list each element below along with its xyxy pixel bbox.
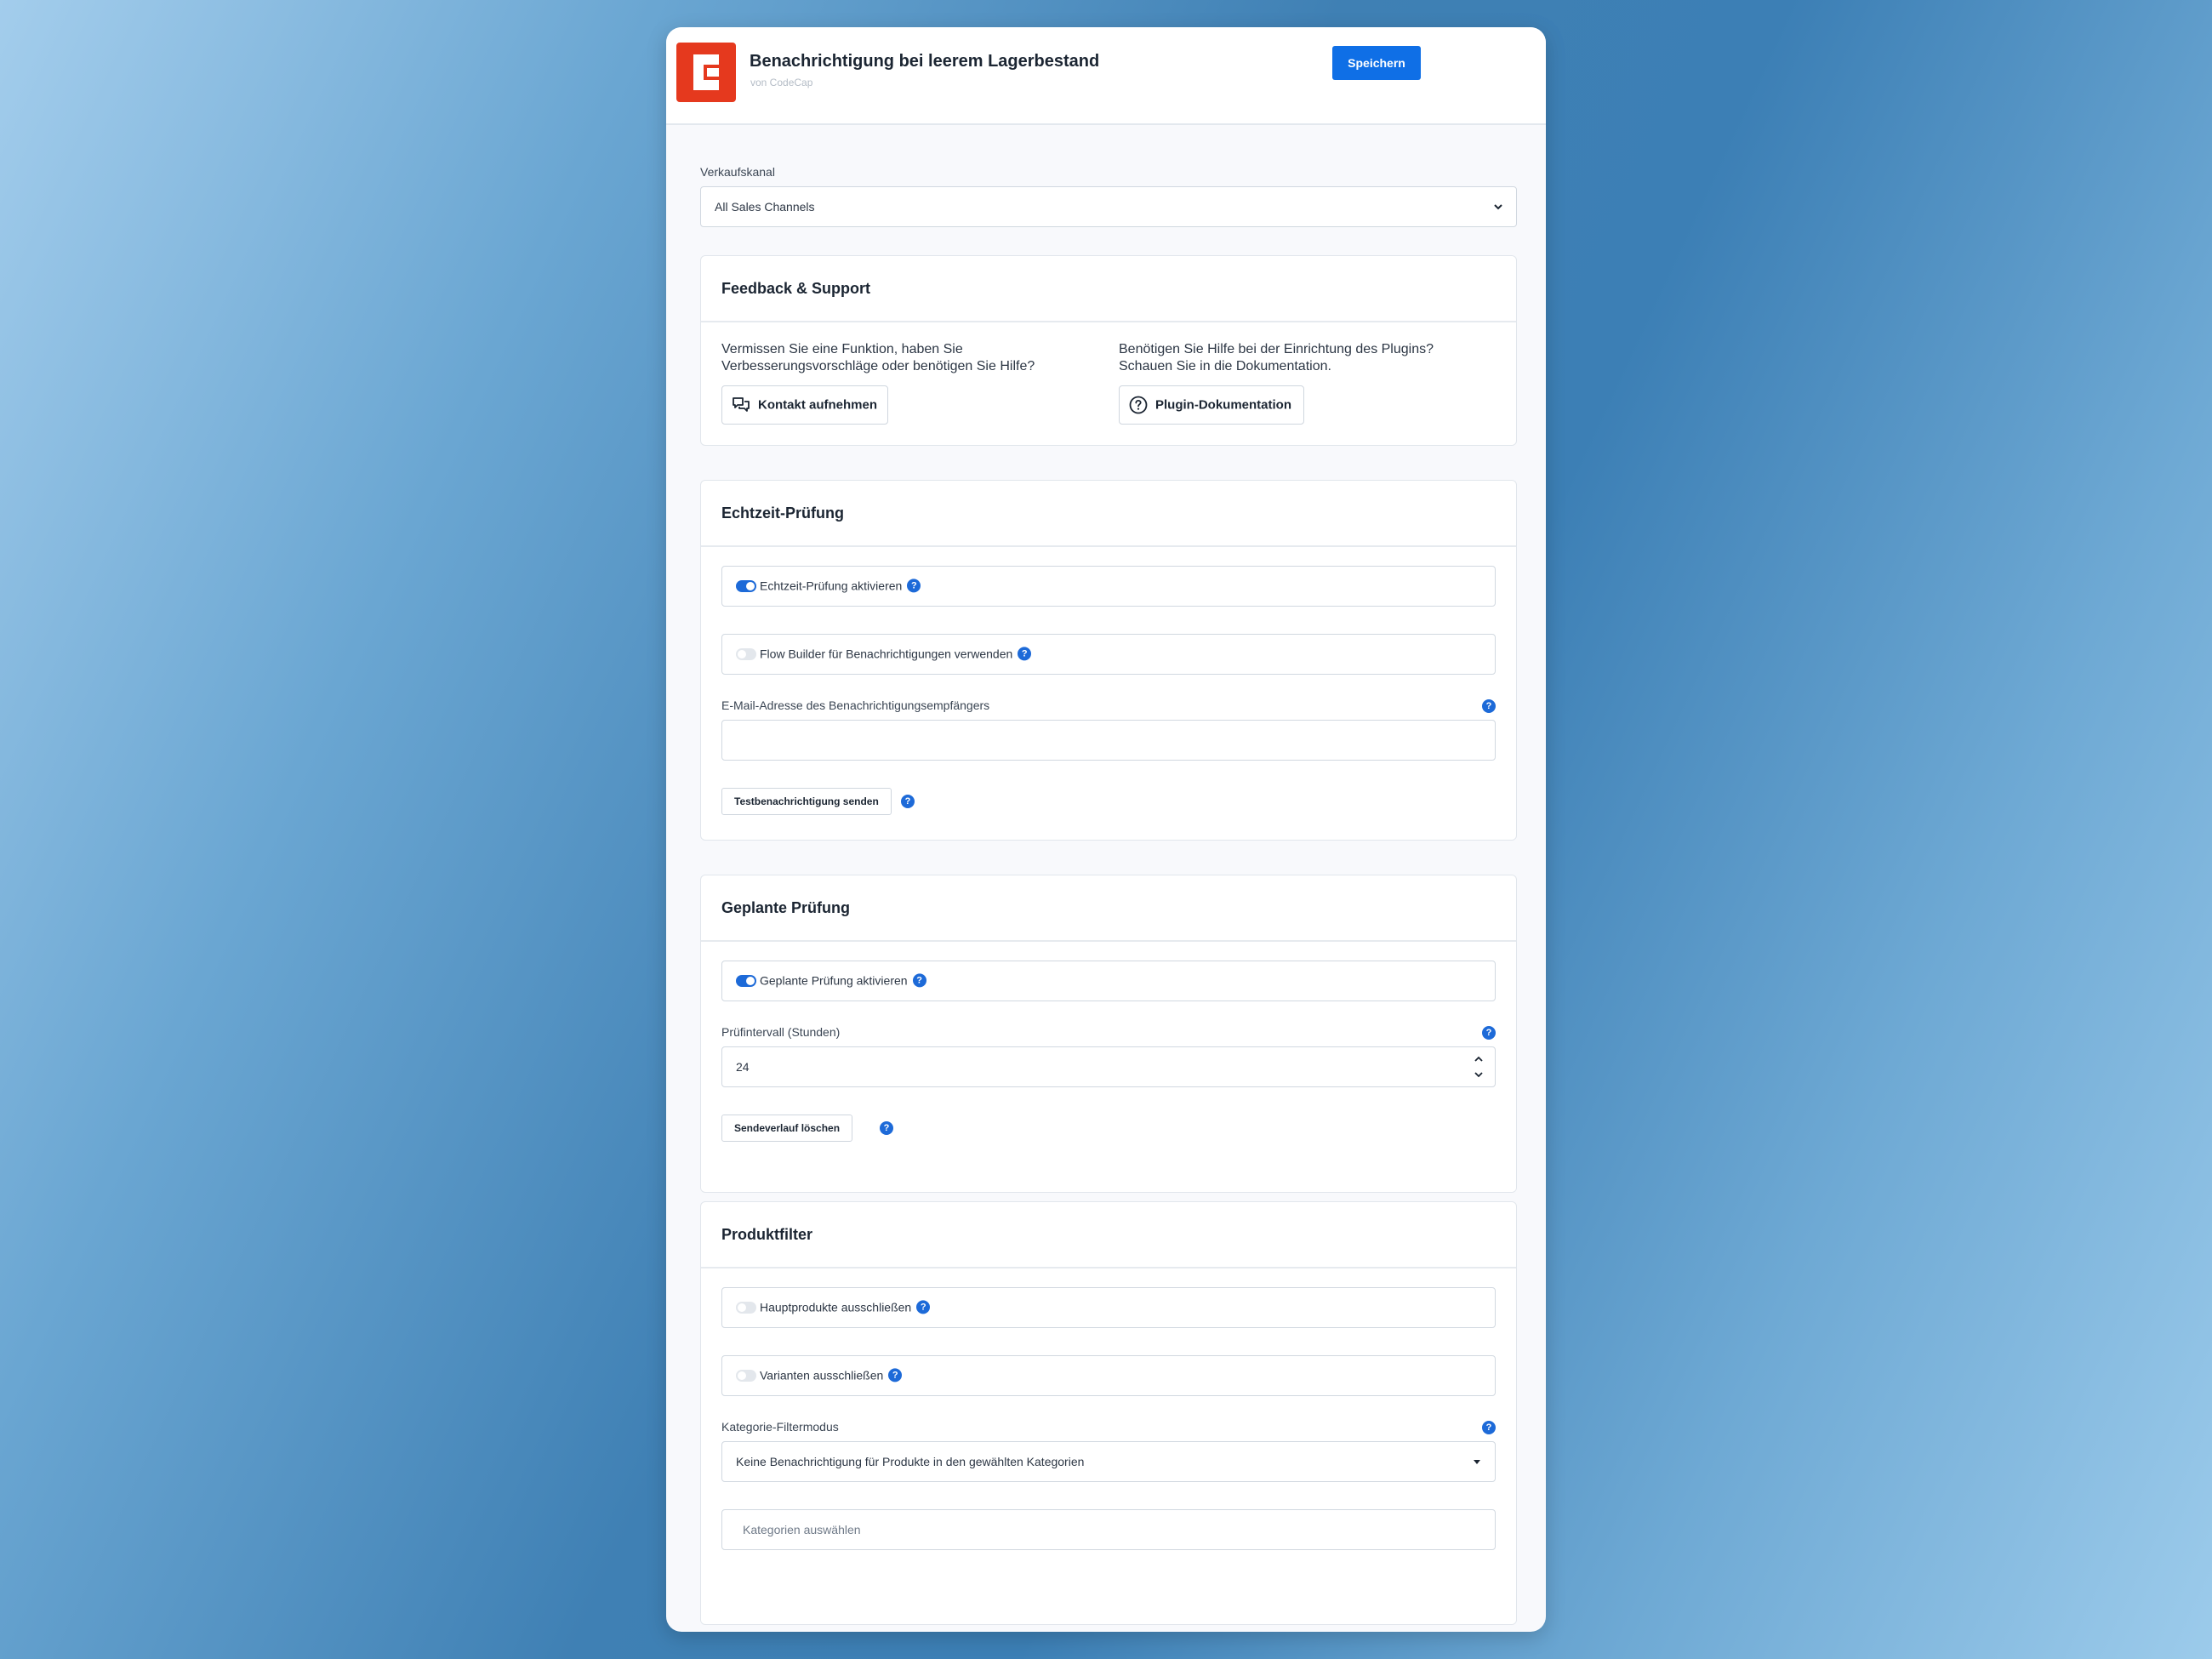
feedback-card-title: Feedback & Support bbox=[721, 280, 871, 297]
exclude-main-products-text: Hauptprodukte ausschließen bbox=[760, 1300, 912, 1314]
flow-builder-toggle-switch[interactable] bbox=[736, 648, 756, 660]
realtime-toggle-text: Echtzeit-Prüfung aktivieren bbox=[760, 579, 903, 593]
category-mode-value: Keine Benachrichtigung für Produkte in d… bbox=[736, 1455, 1085, 1468]
codecap-logo-icon bbox=[676, 43, 736, 102]
feedback-left-line-1: Vermissen Sie eine Funktion, haben Sie bbox=[721, 342, 963, 356]
scheduled-toggle-label: Geplante Prüfung aktivieren? bbox=[760, 973, 926, 988]
flow-builder-toggle-label: Flow Builder für Benachrichtigungen verw… bbox=[760, 647, 1032, 661]
flow-builder-toggle-row[interactable]: Flow Builder für Benachrichtigungen verw… bbox=[721, 634, 1496, 675]
exclude-variants-label: Varianten ausschließen? bbox=[760, 1368, 903, 1382]
scheduled-card-title: Geplante Prüfung bbox=[721, 899, 851, 916]
sales-channel-label: Verkaufskanal bbox=[700, 165, 775, 179]
card-divider bbox=[701, 940, 1516, 942]
contact-button-label: Kontakt aufnehmen bbox=[758, 397, 878, 413]
app-vendor: von CodeCap bbox=[750, 77, 813, 88]
help-icon[interactable]: ? bbox=[907, 579, 921, 593]
category-mode-select[interactable]: Keine Benachrichtigung für Produkte in d… bbox=[721, 1441, 1496, 1482]
realtime-toggle-switch[interactable] bbox=[736, 580, 756, 592]
realtime-toggle-row[interactable]: Echtzeit-Prüfung aktivieren? bbox=[721, 566, 1496, 607]
plugin-docs-button[interactable]: Plugin-Dokumentation bbox=[1119, 385, 1304, 425]
exclude-main-products-label: Hauptprodukte ausschließen? bbox=[760, 1300, 931, 1314]
question-circle-icon bbox=[1129, 396, 1148, 414]
feedback-right-text: Benötigen Sie Hilfe bei der Einrichtung … bbox=[1119, 341, 1434, 375]
feedback-left-text: Vermissen Sie eine Funktion, haben Sie V… bbox=[721, 341, 1035, 375]
feedback-support-card: Feedback & Support Vermissen Sie eine Fu… bbox=[700, 255, 1517, 446]
scheduled-toggle-text: Geplante Prüfung aktivieren bbox=[760, 973, 908, 988]
exclude-main-products-toggle-row[interactable]: Hauptprodukte ausschließen? bbox=[721, 1287, 1496, 1328]
save-button[interactable]: Speichern bbox=[1332, 46, 1421, 80]
interval-label: Prüfintervall (Stunden) bbox=[721, 1025, 841, 1039]
contact-button[interactable]: Kontakt aufnehmen bbox=[721, 385, 888, 425]
card-divider bbox=[701, 545, 1516, 547]
help-icon[interactable]: ? bbox=[1482, 699, 1496, 713]
stepper-arrows-icon[interactable] bbox=[1473, 1052, 1485, 1081]
email-label: E-Mail-Adresse des Benachrichtigungsempf… bbox=[721, 698, 990, 712]
help-icon[interactable]: ? bbox=[1018, 647, 1032, 661]
product-filter-card: Produktfilter Hauptprodukte ausschließen… bbox=[700, 1201, 1517, 1625]
flow-builder-toggle-text: Flow Builder für Benachrichtigungen verw… bbox=[760, 647, 1013, 661]
test-notification-button[interactable]: Testbenachrichtigung senden bbox=[721, 788, 892, 815]
realtime-toggle-label: Echtzeit-Prüfung aktivieren? bbox=[760, 579, 921, 593]
feedback-left-line-2: Verbesserungsvorschläge oder benötigen S… bbox=[721, 359, 1035, 373]
help-icon[interactable]: ? bbox=[888, 1368, 903, 1382]
category-mode-label: Kategorie-Filtermodus bbox=[721, 1420, 839, 1434]
help-icon[interactable]: ? bbox=[916, 1300, 931, 1314]
caret-down-icon bbox=[1474, 1460, 1480, 1464]
app-title: Benachrichtigung bei leerem Lagerbestand bbox=[750, 52, 1100, 71]
plugin-config-window: Benachrichtigung bei leerem Lagerbestand… bbox=[666, 27, 1546, 1632]
scheduled-toggle-switch[interactable] bbox=[736, 975, 756, 987]
scheduled-check-card: Geplante Prüfung Geplante Prüfung aktivi… bbox=[700, 875, 1517, 1193]
help-icon[interactable]: ? bbox=[1482, 1421, 1496, 1434]
product-filter-card-title: Produktfilter bbox=[721, 1226, 813, 1243]
help-icon[interactable]: ? bbox=[912, 973, 926, 988]
feedback-right-line-2: Schauen Sie in die Dokumentation. bbox=[1119, 359, 1331, 373]
card-divider bbox=[701, 321, 1516, 322]
interval-number-input[interactable]: 24 bbox=[721, 1046, 1496, 1087]
exclude-main-products-switch[interactable] bbox=[736, 1302, 756, 1314]
clear-history-button[interactable]: Sendeverlauf löschen bbox=[721, 1115, 853, 1142]
card-divider bbox=[701, 1267, 1516, 1268]
plugin-docs-button-label: Plugin-Dokumentation bbox=[1155, 397, 1291, 413]
realtime-card-title: Echtzeit-Prüfung bbox=[721, 505, 844, 522]
sales-channel-value: All Sales Channels bbox=[715, 200, 815, 214]
help-icon[interactable]: ? bbox=[880, 1121, 893, 1135]
chevron-down-icon bbox=[1494, 204, 1502, 210]
chat-bubbles-icon bbox=[733, 397, 750, 412]
scheduled-toggle-row[interactable]: Geplante Prüfung aktivieren? bbox=[721, 961, 1496, 1001]
category-placeholder: Kategorien auswählen bbox=[743, 1523, 861, 1536]
sales-channel-select[interactable]: All Sales Channels bbox=[700, 186, 1517, 227]
exclude-variants-toggle-row[interactable]: Varianten ausschließen? bbox=[721, 1355, 1496, 1396]
help-icon[interactable]: ? bbox=[1482, 1026, 1496, 1040]
exclude-variants-switch[interactable] bbox=[736, 1370, 756, 1382]
exclude-variants-text: Varianten ausschließen bbox=[760, 1368, 884, 1382]
realtime-check-card: Echtzeit-Prüfung Echtzeit-Prüfung aktivi… bbox=[700, 480, 1517, 841]
category-multiselect[interactable]: Kategorien auswählen bbox=[721, 1509, 1496, 1550]
email-input[interactable] bbox=[721, 720, 1496, 761]
feedback-right-line-1: Benötigen Sie Hilfe bei der Einrichtung … bbox=[1119, 342, 1434, 356]
help-icon[interactable]: ? bbox=[901, 795, 915, 808]
app-header: Benachrichtigung bei leerem Lagerbestand… bbox=[666, 27, 1546, 125]
interval-value: 24 bbox=[736, 1060, 750, 1074]
